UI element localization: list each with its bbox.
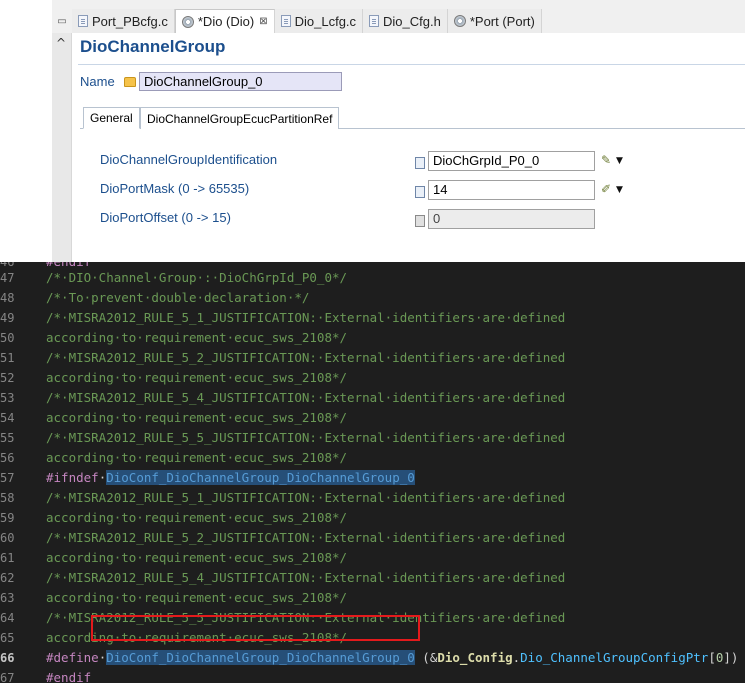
tab-dio-lcfg-c[interactable]: Dio_Lcfg.c xyxy=(274,9,364,33)
code-line: 60/*·MISRA2012_RULE_5_2_JUSTIFICATION:·E… xyxy=(0,530,566,545)
h-file-icon xyxy=(369,15,380,27)
param-label-port-mask: DioPortMask (0 -> 65535) xyxy=(100,181,250,196)
name-input[interactable]: DioChannelGroup_0 xyxy=(139,72,342,91)
folder-icon xyxy=(124,77,136,87)
c-file-icon xyxy=(78,15,88,27)
page-title: DioChannelGroup xyxy=(80,37,226,56)
chevron-down-icon[interactable]: ▼ xyxy=(616,185,623,195)
code-line: 56 according·to·requirement·ecuc_sws_2108… xyxy=(0,450,348,465)
tab-label: *Port (Port) xyxy=(469,13,535,29)
title-divider xyxy=(78,64,745,65)
code-line: 61 according·to·requirement·ecuc_sws_2108… xyxy=(0,550,348,565)
edit-pen-icon[interactable]: ✎ xyxy=(601,153,611,167)
gear-file-icon xyxy=(181,15,194,28)
code-line: 57 #ifndef·DioConf_DioChannelGroup_DioCha… xyxy=(0,470,415,485)
code-line: 50 according·to·requirement·ecuc_sws_2108… xyxy=(0,330,348,345)
code-line: 47/*·DIO·Channel·Group·:·DioChGrpId_P0_0… xyxy=(0,270,348,285)
subtab-ecuc-partition-ref[interactable]: DioChannelGroupEcucPartitionRef xyxy=(140,107,340,129)
form-subtab-bar: DioChannelGroupEcucPartitionRef General xyxy=(80,107,745,129)
tab-list-icon[interactable]: ▭ xyxy=(52,9,72,33)
code-line: 59 according·to·requirement·ecuc_sws_2108… xyxy=(0,510,348,525)
port-mask-input[interactable]: 14 xyxy=(428,180,595,200)
readonly-value-icon xyxy=(415,215,425,227)
port-offset-input: 0 xyxy=(428,209,595,229)
left-margin xyxy=(0,0,52,262)
close-icon[interactable]: ⊠ xyxy=(259,16,267,27)
code-line: 53/*·MISRA2012_RULE_5_4_JUSTIFICATION:·E… xyxy=(0,390,566,405)
tab-label: *Dio (Dio) xyxy=(197,14,255,29)
code-line: 63 according·to·requirement·ecuc_sws_2108… xyxy=(0,590,348,605)
chevron-down-icon[interactable]: ▼ xyxy=(616,156,623,166)
code-line: 48/*·To·prevent·double·declaration·*/ xyxy=(0,290,310,305)
code-line: 58/*·MISRA2012_RULE_5_1_JUSTIFICATION:·E… xyxy=(0,490,566,505)
code-line-current: 66 #define·DioConf_DioChannelGroup_DioCha… xyxy=(0,650,739,665)
code-line: 51/*·MISRA2012_RULE_5_2_JUSTIFICATION:·E… xyxy=(0,350,566,365)
config-editor: ▭ Port_PBcfg.c *Dio (Dio) ⊠ Dio_Lcfg.c D… xyxy=(0,0,745,262)
name-label: Name xyxy=(80,74,115,89)
macro-name: DioConf_DioChannelGroup_DioChannelGroup_… xyxy=(106,650,415,665)
code-line: 52 according·to·requirement·ecuc_sws_2108… xyxy=(0,370,348,385)
macro-name: DioConf_DioChannelGroup_DioChannelGroup_… xyxy=(106,470,415,485)
code-line: 54 according·to·requirement·ecuc_sws_2108… xyxy=(0,410,348,425)
identification-input[interactable]: DioChGrpId_P0_0 xyxy=(428,151,595,171)
subtab-general[interactable]: General xyxy=(83,107,140,129)
code-line: 55/*·MISRA2012_RULE_5_5_JUSTIFICATION:·E… xyxy=(0,430,566,445)
tab-port-config[interactable]: *Port (Port) xyxy=(447,9,542,33)
param-label-port-offset: DioPortOffset (0 -> 15) xyxy=(100,210,231,225)
number-value-icon xyxy=(415,186,425,198)
form-gutter: ^ xyxy=(52,33,72,262)
collapse-up-icon[interactable]: ^ xyxy=(56,36,66,50)
code-line: 49/*·MISRA2012_RULE_5_1_JUSTIFICATION:·E… xyxy=(0,310,566,325)
editor-tab-bar: ▭ Port_PBcfg.c *Dio (Dio) ⊠ Dio_Lcfg.c D… xyxy=(52,0,745,33)
tab-label: Port_PBcfg.c xyxy=(92,13,168,29)
highlight-box xyxy=(91,615,420,641)
code-line: 67 #endif xyxy=(0,670,92,683)
calc-icon[interactable]: ✐ xyxy=(601,182,611,196)
param-label-identification: DioChannelGroupIdentification xyxy=(100,152,278,167)
code-line: 62/*·MISRA2012_RULE_5_4_JUSTIFICATION:·E… xyxy=(0,570,566,585)
code-editor[interactable]: 46#endif 47/*·DIO·Channel·Group·:·DioChG… xyxy=(0,262,745,683)
text-value-icon xyxy=(415,157,425,169)
tab-dio-cfg-h[interactable]: Dio_Cfg.h xyxy=(363,9,448,33)
gear-file-icon xyxy=(453,15,466,27)
tab-label: Dio_Cfg.h xyxy=(383,13,441,29)
tab-dio-config[interactable]: *Dio (Dio) ⊠ xyxy=(174,9,275,33)
c-file-icon xyxy=(280,15,291,27)
tab-port-pbcfg-c[interactable]: Port_PBcfg.c xyxy=(72,9,175,33)
tab-label: Dio_Lcfg.c xyxy=(294,13,357,29)
